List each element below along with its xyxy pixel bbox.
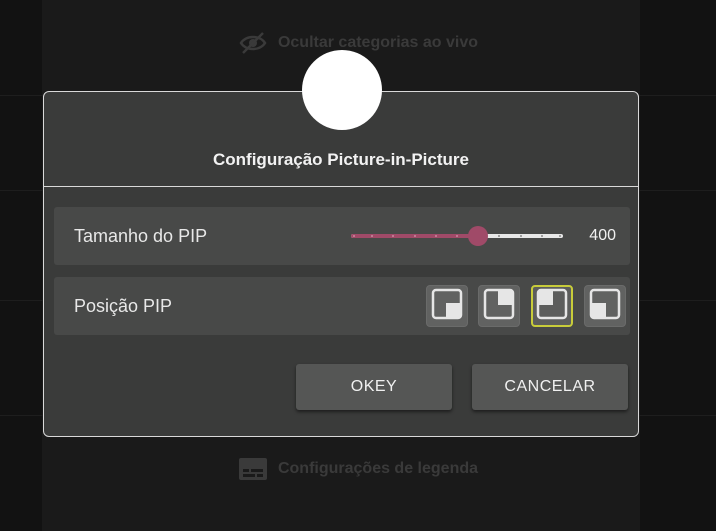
dialog-divider — [44, 186, 638, 187]
pip-position-bottom-right-button[interactable] — [426, 285, 468, 327]
dialog-title: Configuração Picture-in-Picture — [213, 150, 469, 169]
background-item-label: Ocultar categorias ao vivo — [277, 34, 479, 51]
pip-position-label: Posição PIP — [74, 296, 173, 316]
pip-top-right-icon — [482, 287, 516, 326]
pip-position-row: Posição PIP — [54, 277, 630, 335]
dialog-avatar — [302, 50, 382, 130]
pip-bottom-left-icon — [588, 287, 622, 326]
ok-button[interactable]: OKEY — [296, 364, 452, 410]
pip-size-value: 400 — [589, 227, 616, 244]
pip-size-slider[interactable] — [351, 226, 563, 246]
pip-size-slider-thumb[interactable] — [468, 226, 489, 246]
background-item-label: Configurações de legenda — [277, 460, 479, 477]
pip-size-row: Tamanho do PIP 400 — [54, 207, 630, 265]
slider-tick — [456, 235, 458, 237]
pip-position-bottom-left-button[interactable] — [584, 285, 626, 327]
pip-top-left-icon — [535, 287, 569, 326]
slider-tick — [498, 235, 501, 237]
slider-tick — [559, 235, 561, 237]
slider-tick — [353, 235, 355, 237]
slider-tick — [413, 235, 416, 237]
eye-off-icon — [238, 31, 268, 55]
pip-settings-dialog: Configuração Picture-in-Picture Tamanho … — [43, 91, 639, 437]
pip-size-label: Tamanho do PIP — [74, 226, 208, 246]
slider-tick — [519, 235, 522, 237]
pip-bottom-right-icon — [430, 287, 464, 326]
pip-position-top-right-button[interactable] — [478, 285, 520, 327]
cancel-button[interactable]: CANCELAR — [472, 364, 628, 410]
pip-position-top-left-button[interactable] — [531, 285, 573, 327]
background-item-subtitle-settings: Configurações de legenda — [0, 454, 716, 484]
slider-tick — [434, 235, 437, 237]
slider-tick — [540, 235, 543, 237]
subtitles-icon — [238, 457, 268, 481]
